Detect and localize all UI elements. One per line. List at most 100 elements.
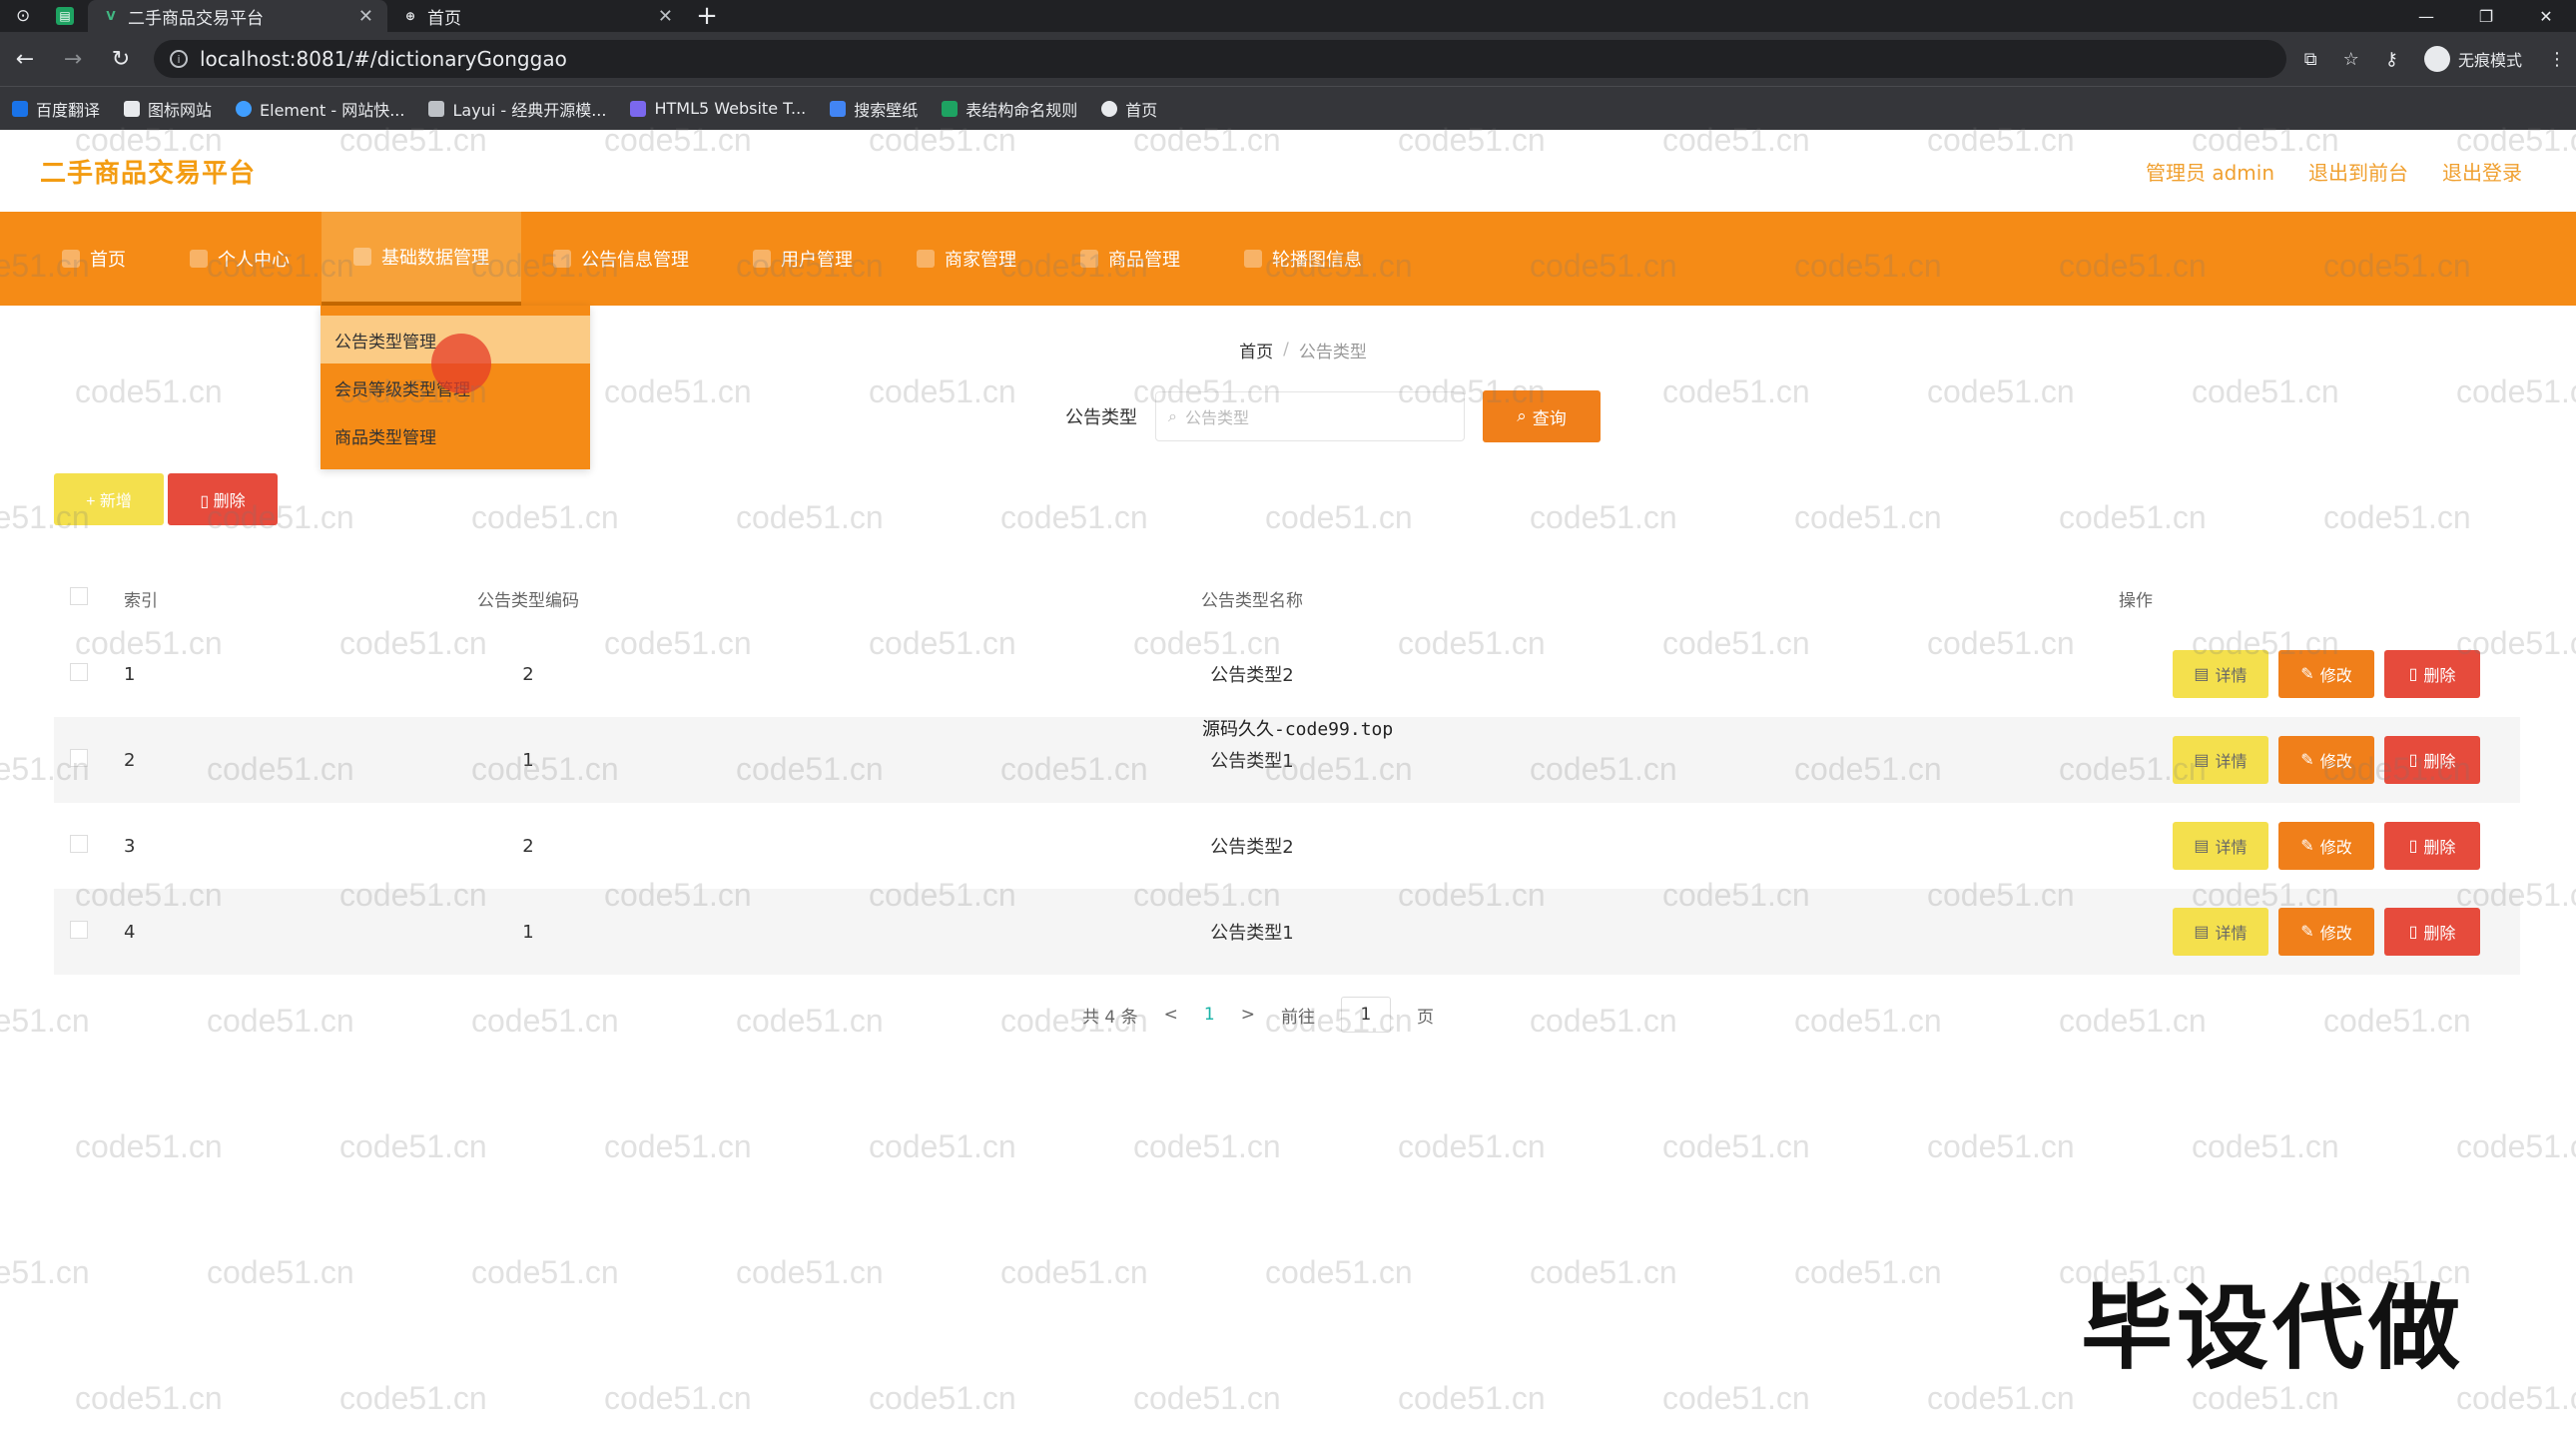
bookmark-item[interactable]: 表结构命名规则: [942, 97, 1077, 121]
search-input[interactable]: ⌕ 公告类型: [1155, 391, 1465, 441]
logout-link[interactable]: 退出登录: [2442, 157, 2522, 186]
row-select-cell: [54, 803, 104, 889]
batch-delete-button[interactable]: ▯ 删除: [168, 473, 278, 525]
bookmark-item[interactable]: HTML5 Website T...: [630, 99, 806, 118]
element-icon: [236, 100, 253, 117]
source-watermark: 源码久久-code99.top: [1202, 719, 1394, 740]
row-checkbox[interactable]: [70, 920, 88, 939]
row-checkbox[interactable]: [70, 662, 88, 681]
edit-button[interactable]: ✎ 修改: [2278, 822, 2374, 870]
edit-icon: ✎: [2300, 838, 2314, 855]
detail-button[interactable]: ▤ 详情: [2173, 908, 2268, 956]
vue-icon: V: [106, 9, 116, 23]
select-all-checkbox[interactable]: [70, 586, 88, 605]
query-button[interactable]: ⌕ 查询: [1483, 390, 1601, 442]
bookmark-item[interactable]: Element - 网站快...: [236, 97, 404, 121]
cell-index: 3: [104, 803, 304, 889]
header-code: 公告类型编码: [477, 590, 579, 611]
add-button[interactable]: + 新增: [54, 473, 164, 525]
toolbar-actions: ⧉ ☆ ⚷ 无痕模式 ⋮: [2304, 46, 2566, 72]
tab-title: 首页: [427, 8, 461, 29]
new-tab-button[interactable]: +: [687, 0, 727, 32]
edit-icon: ✎: [2300, 924, 2314, 941]
incognito-icon: [2423, 46, 2450, 72]
info-icon[interactable]: i: [170, 50, 188, 68]
edit-button[interactable]: ✎ 修改: [2278, 908, 2374, 956]
tab-close-icon[interactable]: ✕: [358, 6, 373, 27]
row-checkbox[interactable]: [70, 834, 88, 853]
star-icon[interactable]: ☆: [2343, 49, 2359, 70]
delete-button[interactable]: ▯ 删除: [2384, 908, 2480, 956]
trash-icon: ▯: [2408, 838, 2418, 855]
search-label: 公告类型: [1065, 407, 1137, 428]
pager-goto-input[interactable]: 1: [1340, 997, 1391, 1033]
detail-button[interactable]: ▤ 详情: [2173, 736, 2268, 784]
header-index: 索引: [124, 590, 158, 611]
key-icon[interactable]: ⚷: [2385, 49, 2398, 70]
forward-icon[interactable]: →: [58, 47, 88, 72]
back-icon[interactable]: ←: [10, 47, 40, 72]
back-to-front-link[interactable]: 退出到前台: [2308, 157, 2408, 186]
row-checkbox[interactable]: [70, 748, 88, 767]
nav-item-carousel[interactable]: 轮播图信息: [1212, 212, 1394, 306]
trash-icon: ▯: [2408, 666, 2418, 683]
restore-icon[interactable]: ❐: [2456, 0, 2516, 32]
row-select-cell: [54, 717, 104, 803]
detail-button[interactable]: ▤ 详情: [2173, 650, 2268, 698]
trash-icon: ▯: [200, 493, 214, 510]
detail-button[interactable]: ▤ 详情: [2173, 822, 2268, 870]
address-bar[interactable]: i localhost:8081/#/dictionaryGonggao: [154, 40, 2286, 78]
flag-icon: [124, 100, 141, 117]
data-table: 索引 公告类型编码 公告类型名称 操作 1 2 公告类型2 ▤ 详情 ✎ 修改 ▯ 删…: [54, 565, 2520, 975]
admin-label: 管理员 admin: [2145, 160, 2274, 185]
pager-prev[interactable]: <: [1164, 1005, 1178, 1025]
bookmark-item[interactable]: Layui - 经典开源模...: [428, 97, 606, 121]
dropdown-item-product-type[interactable]: 商品类型管理: [321, 411, 590, 459]
delete-button[interactable]: ▯ 删除: [2384, 650, 2480, 698]
nav-item-home[interactable]: 首页: [30, 212, 158, 306]
nav-item-products[interactable]: 商品管理: [1048, 212, 1212, 306]
shop-icon: [917, 250, 935, 268]
breadcrumb-home[interactable]: 首页: [1239, 338, 1273, 362]
pager-next[interactable]: >: [1241, 1005, 1255, 1025]
translate-icon[interactable]: ⧉: [2304, 49, 2317, 70]
tab-close-icon[interactable]: ✕: [658, 6, 673, 27]
minimize-icon[interactable]: —: [2396, 0, 2456, 32]
bookmark-item[interactable]: 百度翻译: [12, 97, 100, 121]
close-window-icon[interactable]: ✕: [2516, 0, 2576, 32]
header-name: 公告类型名称: [1201, 590, 1303, 611]
nav-item-merchants[interactable]: 商家管理: [885, 212, 1048, 306]
cell-name: 公告类型2: [753, 803, 1751, 889]
delete-button[interactable]: ▯ 删除: [2384, 736, 2480, 784]
tab-inactive[interactable]: ⊕ 首页 ✕: [387, 0, 687, 32]
tab-groups-icon[interactable]: ▤: [48, 0, 88, 32]
nav-item-basic-data[interactable]: 基础数据管理: [322, 212, 521, 306]
main-nav: 首页 个人中心 基础数据管理 公告信息管理 用户管理 商家管理 商品管理 轮播图…: [0, 212, 2576, 306]
row-select-cell: [54, 631, 104, 717]
click-indicator: [431, 334, 491, 393]
html5-icon: [630, 100, 647, 117]
bookmarks-bar: 百度翻译 图标网站 Element - 网站快... Layui - 经典开源模…: [0, 86, 2576, 130]
nav-item-users[interactable]: 用户管理: [721, 212, 885, 306]
cell-actions: ▤ 详情 ✎ 修改 ▯ 删除: [1751, 631, 2520, 717]
reload-icon[interactable]: ↻: [106, 47, 136, 72]
edit-icon: ✎: [2300, 666, 2314, 683]
image-icon: [1244, 250, 1262, 268]
bookmark-item[interactable]: 搜索壁纸: [830, 97, 918, 121]
tab-title: 二手商品交易平台: [128, 8, 264, 29]
nav-item-profile[interactable]: 个人中心: [158, 212, 322, 306]
detail-icon: ▤: [2194, 666, 2210, 683]
edit-button[interactable]: ✎ 修改: [2278, 650, 2374, 698]
user-icon: [190, 250, 208, 268]
edit-icon: ✎: [2300, 752, 2314, 769]
tab-active[interactable]: V 二手商品交易平台 ✕: [88, 0, 387, 32]
delete-button[interactable]: ▯ 删除: [2384, 822, 2480, 870]
bookmark-item[interactable]: 图标网站: [124, 97, 212, 121]
menu-icon[interactable]: ⋮: [2548, 49, 2566, 70]
select-all-cell: [54, 565, 104, 631]
edit-button[interactable]: ✎ 修改: [2278, 736, 2374, 784]
nav-item-notice[interactable]: 公告信息管理: [521, 212, 721, 306]
bookmark-item[interactable]: 首页: [1101, 97, 1157, 121]
pager-current[interactable]: 1: [1204, 1005, 1215, 1025]
incognito-indicator[interactable]: 无痕模式: [2423, 46, 2522, 72]
